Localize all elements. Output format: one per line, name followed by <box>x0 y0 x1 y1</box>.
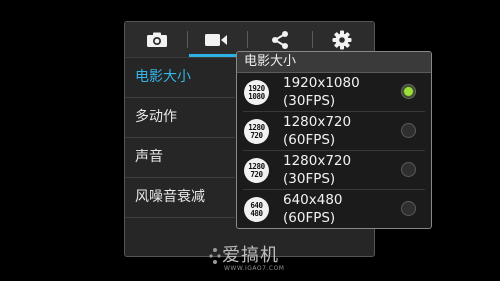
option-label: 1920x1080 (30FPS) <box>283 75 360 109</box>
watermark: 爱搞机 WWW.IGAO7.COM <box>208 241 308 277</box>
resolution-option[interactable]: 640 480 640x480 (60FPS) <box>237 190 431 228</box>
resolution-option[interactable]: 1280 720 1280x720 (60FPS) <box>237 112 431 151</box>
menu-item-sound[interactable]: 声音 <box>125 138 235 178</box>
menu-item-movie-size[interactable]: 电影大小 <box>125 58 235 98</box>
movie-size-popup: 电影大小 1920 1080 1920x1080 (30FPS) 1280 720 … <box>236 51 432 229</box>
watermark-text: 爱搞机 <box>222 245 279 266</box>
resolution-option[interactable]: 1280 720 1280x720 (30FPS) <box>237 151 431 190</box>
resolution-icon: 1280 720 <box>244 158 269 183</box>
resolution-icon: 1920 1080 <box>244 80 269 105</box>
resolution-icon: 640 480 <box>244 197 269 222</box>
menu-item-multi-motion[interactable]: 多动作 <box>125 98 235 138</box>
resolution-icon: 1280 720 <box>244 119 269 144</box>
radio-button[interactable] <box>401 201 416 216</box>
gear-icon <box>332 30 352 49</box>
camera-icon <box>147 32 167 47</box>
settings-menu: 电影大小 多动作 声音 风噪音衰减 <box>125 58 235 218</box>
watermark-logo-icon <box>209 248 221 264</box>
resolution-option[interactable]: 1920 1080 1920x1080 (30FPS) <box>237 73 431 112</box>
radio-button[interactable] <box>401 123 416 138</box>
option-label: 1280x720 (60FPS) <box>283 114 352 148</box>
tab-video[interactable] <box>191 22 241 57</box>
tab-camera[interactable] <box>133 22 181 57</box>
option-label: 1280x720 (30FPS) <box>283 153 352 187</box>
watermark-url: WWW.IGAO7.COM <box>224 265 285 272</box>
popup-title: 电影大小 <box>237 52 431 73</box>
video-camera-icon <box>205 33 227 46</box>
share-icon <box>272 30 288 49</box>
radio-button-selected[interactable] <box>401 84 416 99</box>
option-label: 640x480 (60FPS) <box>283 192 343 226</box>
radio-button[interactable] <box>401 162 416 177</box>
menu-item-wind-noise-reduction[interactable]: 风噪音衰减 <box>125 178 235 218</box>
